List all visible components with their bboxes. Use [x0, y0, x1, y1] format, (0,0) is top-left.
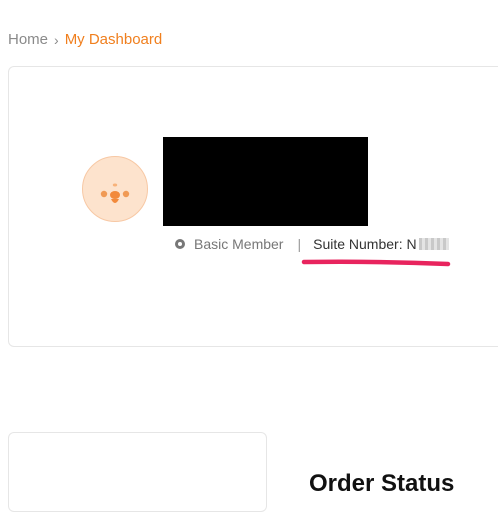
breadcrumb-current: My Dashboard: [64, 31, 163, 48]
dashboard-side-panel: [8, 432, 267, 512]
meta-divider: |: [297, 236, 302, 252]
avatar: [82, 156, 148, 222]
suite-number: Suite Number: N: [313, 236, 417, 252]
member-badge-icon: [175, 239, 185, 249]
member-meta-row: Basic Member | Suite Number: N: [174, 236, 449, 252]
suite-number-highlight: [301, 259, 451, 267]
member-level: Basic Member: [194, 236, 284, 252]
breadcrumb-separator: ›: [54, 31, 59, 48]
suite-number-redacted: [418, 238, 449, 250]
breadcrumb-home-link[interactable]: Home: [8, 31, 48, 48]
chick-face-icon: [100, 183, 130, 203]
redacted-username: [163, 137, 368, 226]
breadcrumb: Home › My Dashboard: [8, 31, 162, 48]
order-status-heading: Order Status: [309, 470, 455, 497]
